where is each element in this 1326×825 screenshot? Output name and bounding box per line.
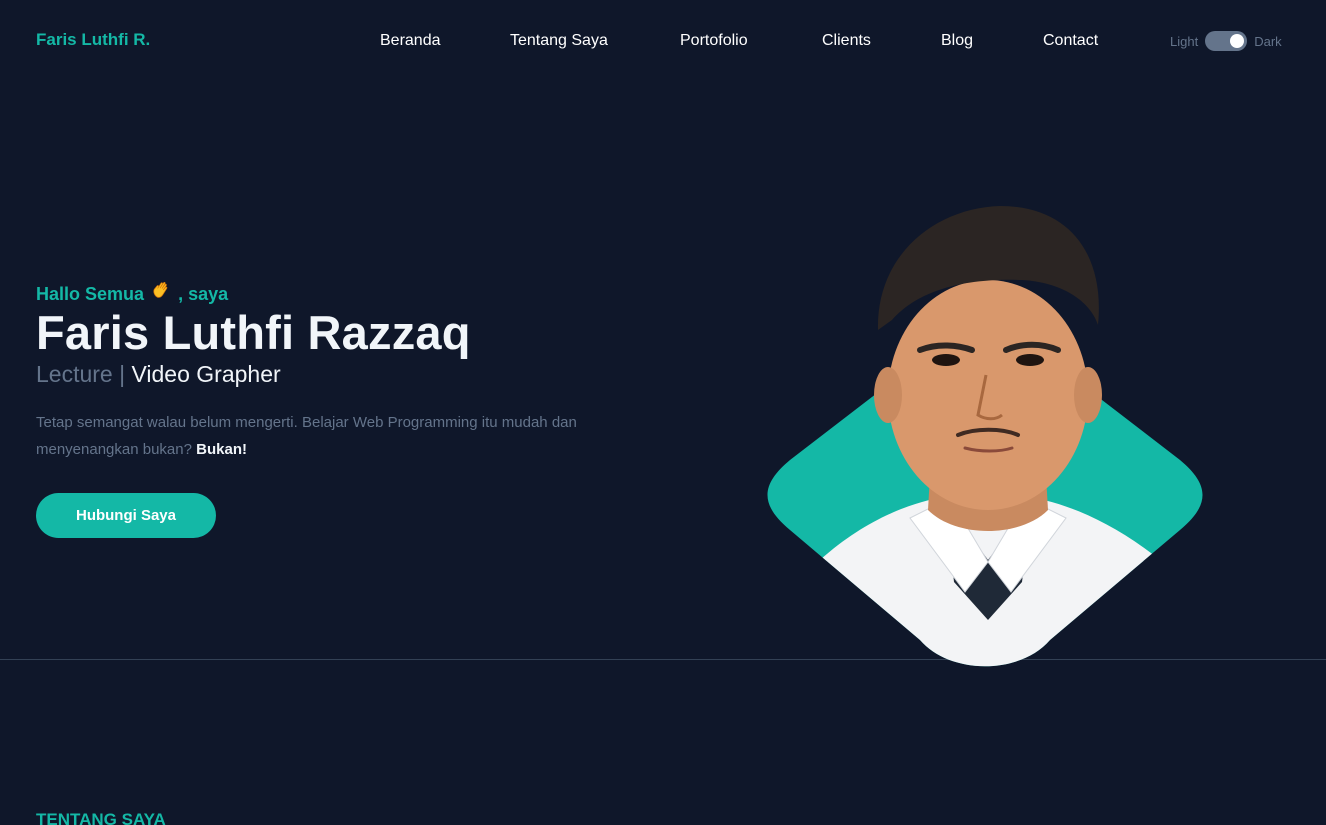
profile-photo [767, 206, 1203, 667]
waving-hand-icon [151, 280, 171, 306]
toggle-knob [1230, 34, 1245, 48]
brand-logo[interactable]: Faris Luthfi R. [36, 30, 150, 50]
greeting-suffix: , saya [178, 284, 229, 304]
tagline-text: Tetap semangat walau belum mengerti. Bel… [36, 414, 577, 458]
role-primary: Lecture [36, 361, 113, 387]
hero-greeting: Hallo Semua , saya [36, 280, 676, 306]
hero-tagline: Tetap semangat walau belum mengerti. Bel… [36, 409, 656, 463]
hero-section: Hallo Semua , saya Faris Luthfi Razzaq L… [36, 280, 676, 538]
about-section-heading: TENTANG SAYA [36, 810, 166, 825]
dark-mode-switch[interactable] [1205, 31, 1248, 51]
nav-item-beranda[interactable]: Beranda [380, 32, 441, 50]
nav-item-tentang-saya[interactable]: Tentang Saya [510, 32, 608, 50]
hero-portrait [760, 200, 1210, 700]
hero-name: Faris Luthfi Razzaq [36, 306, 471, 359]
site-header: Faris Luthfi R. Beranda Tentang Saya Por… [0, 0, 1326, 82]
toggle-dark-label: Dark [1254, 33, 1282, 49]
greeting-text: Hallo Semua [36, 284, 145, 304]
nav-item-blog[interactable]: Blog [941, 32, 973, 50]
page: Faris Luthfi R. Beranda Tentang Saya Por… [0, 0, 1326, 825]
nav-item-portofolio[interactable]: Portofolio [680, 32, 748, 50]
role-separator: | [112, 361, 132, 387]
contact-me-button[interactable]: Hubungi Saya [36, 493, 216, 538]
nav-item-contact[interactable]: Contact [1043, 32, 1098, 50]
theme-toggle: Light Dark [1170, 31, 1282, 51]
hero-roles: Lecture | Video Grapher [36, 359, 676, 389]
tagline-emphasis: Bukan! [196, 441, 247, 458]
nav-item-clients[interactable]: Clients [822, 32, 871, 50]
toggle-light-label: Light [1170, 33, 1199, 49]
role-secondary: Video Grapher [131, 361, 281, 387]
